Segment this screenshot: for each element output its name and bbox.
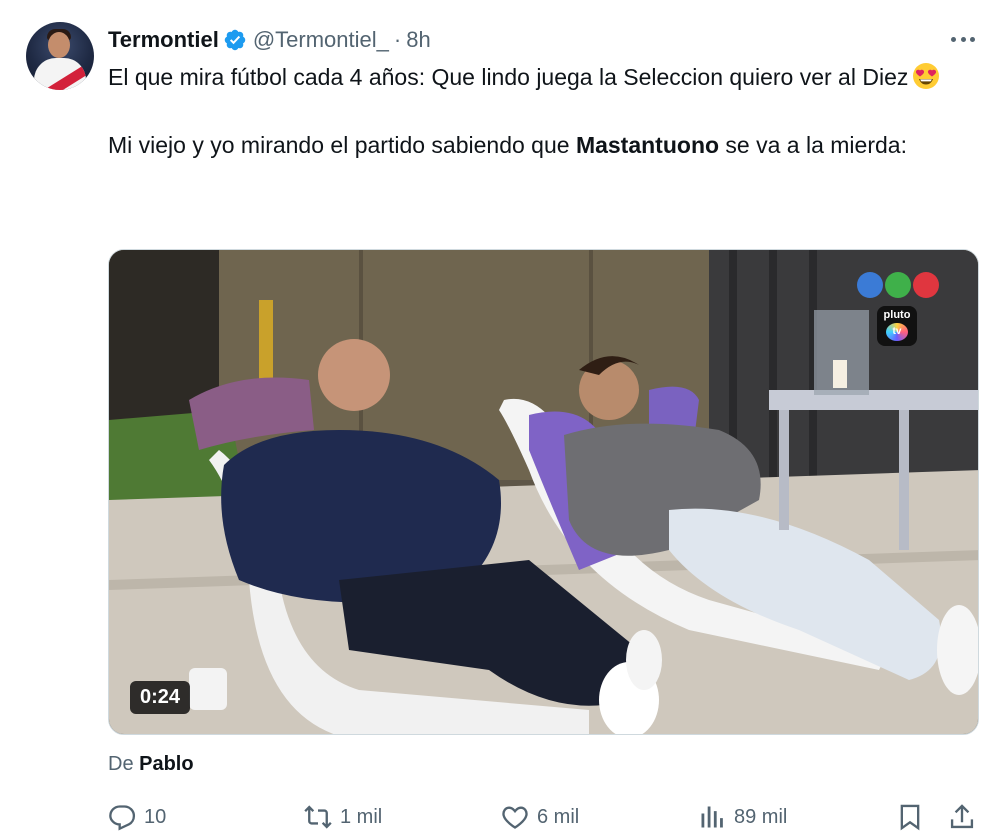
video-attribution: De Pablo: [108, 753, 194, 775]
bookmark-icon: [900, 804, 920, 831]
tweet-line-2: Mi viejo y yo mirando el partido sabiend…: [108, 132, 907, 158]
bookmark-button[interactable]: [896, 800, 924, 834]
avatar[interactable]: [26, 22, 94, 90]
repost-icon: [304, 805, 332, 829]
repost-count: 1 mil: [340, 805, 383, 828]
reply-count: 10: [144, 805, 167, 828]
tweet-header: Termontiel @Termontiel_ · 8h: [108, 26, 431, 54]
views-count: 89 mil: [734, 805, 788, 828]
display-name[interactable]: Termontiel: [108, 27, 219, 53]
separator-dot: ·: [393, 27, 402, 52]
like-button[interactable]: 6 mil: [501, 800, 579, 834]
mention-bold: Mastantuono: [575, 132, 720, 158]
views-button[interactable]: 89 mil: [698, 800, 787, 834]
video-player[interactable]: pluto tv 0:24: [108, 249, 979, 735]
share-button[interactable]: [948, 800, 976, 834]
like-count: 6 mil: [537, 805, 580, 828]
reply-icon: [109, 805, 136, 831]
tweet-text: El que mira fútbol cada 4 años: Que lind…: [108, 60, 958, 162]
reply-button[interactable]: 10: [108, 800, 166, 834]
like-icon: [502, 806, 528, 829]
video-frame: [109, 250, 978, 734]
action-bar: 10 1 mil 6 mil 89 mil: [108, 800, 978, 834]
views-icon: [701, 806, 723, 828]
more-icon[interactable]: [948, 26, 978, 52]
pluto-tv-logo: pluto tv: [877, 306, 917, 346]
share-icon: [950, 804, 974, 829]
video-duration-badge: 0:24: [130, 681, 191, 714]
channel-logo: [857, 272, 939, 298]
heart-eyes-emoji: [912, 62, 940, 90]
repost-button[interactable]: 1 mil: [304, 800, 382, 834]
attribution-name[interactable]: Pablo: [139, 753, 193, 775]
tweet: Termontiel @Termontiel_ · 8h El que mira…: [0, 0, 1000, 835]
tweet-line-1: El que mira fútbol cada 4 años: Que lind…: [108, 60, 958, 94]
timestamp[interactable]: 8h: [406, 27, 430, 53]
handle[interactable]: @Termontiel_: [253, 27, 389, 53]
verified-icon: [223, 28, 247, 52]
